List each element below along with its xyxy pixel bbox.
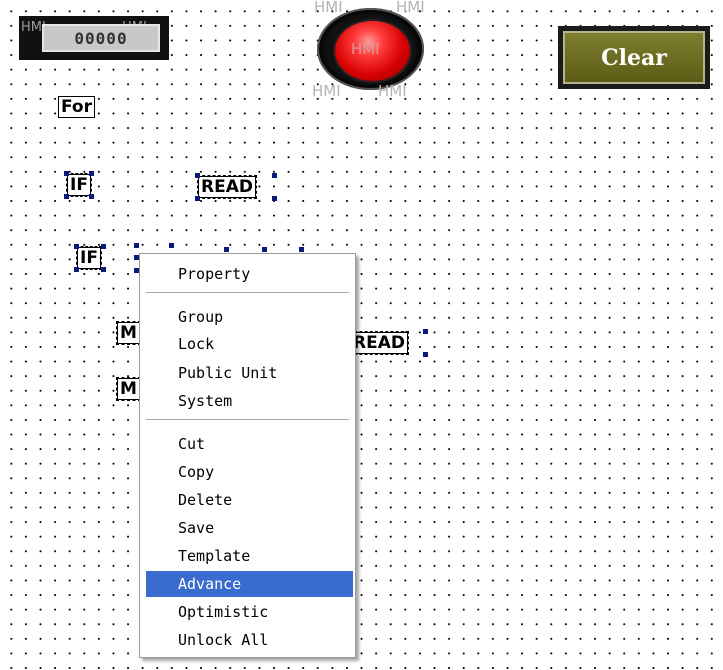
numeric-display-window: 00000 [42,24,160,52]
menu-separator [146,419,349,421]
selection-handles [74,244,106,272]
menu-item-advance[interactable]: Advance [146,571,353,597]
selection-handles [348,329,428,357]
clear-button[interactable]: Clear [558,26,710,89]
hmi-ghost-label: HMI [396,0,425,16]
numeric-display[interactable]: HMI HMI 00000 [19,16,169,60]
hmi-ghost-label: HMI [351,40,380,58]
menu-item-system[interactable]: System [146,388,353,414]
numeric-display-value: 00000 [74,28,128,48]
menu-item-delete[interactable]: Delete [146,487,353,513]
for-label[interactable]: For [58,96,95,118]
menu-item-copy[interactable]: Copy [146,459,353,485]
hmi-ghost-label: HMI [378,82,407,100]
indicator-lamp[interactable]: HMI HMI HMI HMI HMI [306,0,436,100]
menu-item-group[interactable]: Group [146,304,353,330]
selection-handles [195,173,277,201]
m-label[interactable]: M [116,321,141,345]
menu-item-cut[interactable]: Cut [146,431,353,457]
hmi-ghost-label: HMI [312,82,341,100]
clear-button-label: Clear [563,31,705,84]
hmi-ghost-label: HMI [314,0,343,16]
menu-item-public-unit[interactable]: Public Unit [146,360,353,386]
menu-item-unlock-all[interactable]: Unlock All [146,627,353,653]
menu-item-property[interactable]: Property [146,261,353,287]
context-menu[interactable]: Property Group Lock Public Unit System C… [139,253,356,658]
menu-item-template[interactable]: Template [146,543,353,569]
m-label[interactable]: M [116,377,141,401]
selection-handles [64,171,94,199]
menu-item-save[interactable]: Save [146,515,353,541]
menu-item-optimistic[interactable]: Optimistic [146,599,353,625]
menu-separator [146,292,349,294]
menu-item-lock[interactable]: Lock [146,331,353,357]
